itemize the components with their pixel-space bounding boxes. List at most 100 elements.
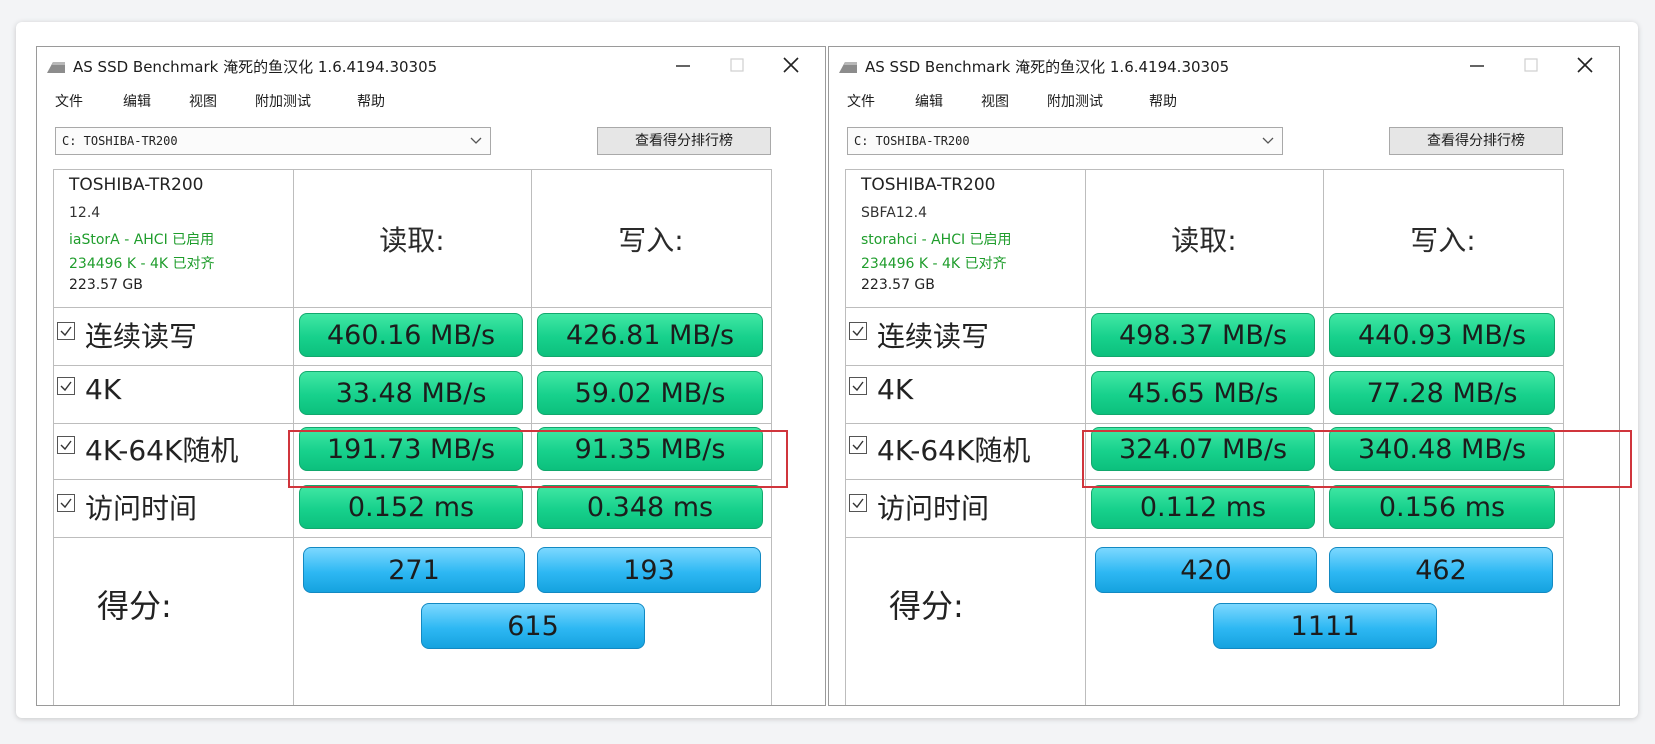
seq-checkbox[interactable] [57,322,75,340]
seq-checkbox[interactable] [849,322,867,340]
maximize-icon [730,58,744,72]
menu-view[interactable]: 视图 [981,91,1009,111]
4k-64k-checkbox[interactable] [57,436,75,454]
grid-line [845,537,1563,538]
row-4k-64k: 4K-64K随机 [849,429,1030,469]
access-time-write-result: 0.348 ms [537,485,763,529]
drive-driver-status: storahci - AHCI 已启用 [861,232,1012,248]
drive-select-value: C: TOSHIBA-TR200 [854,134,970,148]
drive-select[interactable]: C: TOSHIBA-TR200 [847,127,1283,155]
check-icon [852,381,864,391]
minimize-button[interactable] [661,51,705,79]
4k-64k-write-result: 91.35 MB/s [537,427,763,471]
row-label-access-time: 访问时间 [85,492,198,525]
menu-bar: 文件 编辑 视图 附加测试 帮助 [37,87,825,113]
total-score: 615 [421,603,645,649]
4k-read-result: 33.48 MB/s [299,371,523,415]
minimize-button[interactable] [1455,51,1499,79]
drive-size: 223.57 GB [861,277,935,293]
menu-file[interactable]: 文件 [847,91,875,111]
access-time-read-result: 0.112 ms [1091,485,1315,529]
4k-64k-read-result: 324.07 MB/s [1091,427,1315,471]
grid-line [53,423,771,424]
grid-line [53,169,54,705]
grid-line [771,169,772,705]
maximize-button[interactable] [1509,51,1553,79]
benchmark-window-1: AS SSD Benchmark 淹死的鱼汉化 1.6.4194.30305 文… [36,46,826,706]
access-time-checkbox[interactable] [57,494,75,512]
4k-checkbox[interactable] [849,376,867,395]
minimize-icon [1470,65,1484,67]
view-ranking-button[interactable]: 查看得分排行榜 [1389,127,1563,155]
row-seq: 连续读写 [849,315,989,355]
window-title: AS SSD Benchmark 淹死的鱼汉化 1.6.4194.30305 [865,58,1230,76]
seq-write-result: 426.81 MB/s [537,313,763,357]
4k-64k-read-result: 191.73 MB/s [299,427,523,471]
menu-edit[interactable]: 编辑 [915,91,943,111]
chevron-down-icon [470,137,482,144]
check-icon [60,498,72,509]
menu-view[interactable]: 视图 [189,91,217,111]
seq-write-result: 440.93 MB/s [1329,313,1555,357]
read-score: 420 [1095,547,1317,593]
4k-64k-write-result: 340.48 MB/s [1329,427,1555,471]
maximize-icon [1524,58,1538,72]
score-label: 得分: [889,587,964,625]
access-time-checkbox[interactable] [849,494,867,512]
close-icon [783,57,799,73]
grid-line [845,423,1563,424]
grid-line [845,365,1563,366]
row-access-time: 访问时间 [57,487,197,527]
window-title: AS SSD Benchmark 淹死的鱼汉化 1.6.4194.30305 [73,58,438,76]
drive-select[interactable]: C: TOSHIBA-TR200 [55,127,491,155]
check-icon [852,498,864,509]
score-label: 得分: [97,587,172,625]
app-icon [47,62,65,73]
check-icon [60,381,72,391]
row-seq: 连续读写 [57,315,197,355]
close-button[interactable] [769,51,813,79]
menu-help[interactable]: 帮助 [357,91,385,111]
grid-line [1563,169,1564,705]
menu-file[interactable]: 文件 [55,91,83,111]
drive-driver-status: iaStorA - AHCI 已启用 [69,232,215,248]
row-4k: 4K [849,373,913,406]
4k-read-result: 45.65 MB/s [1091,371,1315,415]
row-4k-64k: 4K-64K随机 [57,429,238,469]
write-score: 193 [537,547,761,593]
4k-64k-checkbox[interactable] [849,436,867,454]
read-score: 271 [303,547,525,593]
menu-bar: 文件 编辑 视图 附加测试 帮助 [829,87,1619,113]
row-label-4k: 4K [877,373,914,406]
write-column-header: 写入: [618,224,684,257]
menu-extra-tests[interactable]: 附加测试 [1047,91,1103,111]
close-icon [1577,57,1593,73]
read-column-header: 读取: [1171,224,1237,257]
row-label-4k-64k: 4K-64K随机 [877,434,1031,467]
grid-line [845,307,1563,308]
access-time-write-result: 0.156 ms [1329,485,1555,529]
check-icon [60,440,72,451]
4k-write-result: 77.28 MB/s [1329,371,1555,415]
drive-name: TOSHIBA-TR200 [69,175,204,195]
grid-line [845,169,1563,170]
maximize-button[interactable] [715,51,759,79]
write-column-header: 写入: [1410,224,1476,257]
grid-line [53,479,771,480]
4k-write-result: 59.02 MB/s [537,371,763,415]
close-button[interactable] [1563,51,1607,79]
row-label-seq: 连续读写 [877,320,990,353]
menu-extra-tests[interactable]: 附加测试 [255,91,311,111]
app-icon [839,62,857,73]
menu-edit[interactable]: 编辑 [123,91,151,111]
drive-alignment-status: 234496 K - 4K 已对齐 [69,256,215,272]
total-score: 1111 [1213,603,1437,649]
drive-firmware: 12.4 [69,205,101,221]
view-ranking-button[interactable]: 查看得分排行榜 [597,127,771,155]
drive-name: TOSHIBA-TR200 [861,175,996,195]
access-time-read-result: 0.152 ms [299,485,523,529]
row-label-4k: 4K [85,373,122,406]
4k-checkbox[interactable] [57,376,75,395]
title-bar: AS SSD Benchmark 淹死的鱼汉化 1.6.4194.30305 [37,47,825,83]
menu-help[interactable]: 帮助 [1149,91,1177,111]
